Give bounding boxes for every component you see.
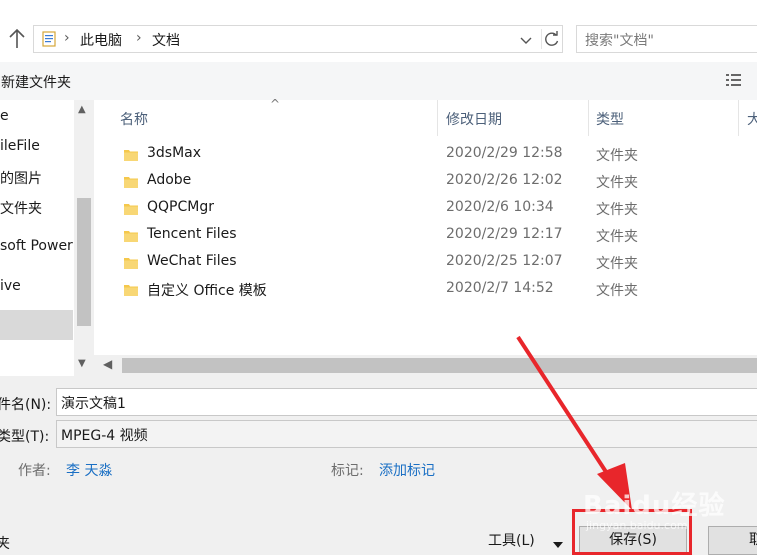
nav-item-2[interactable]: ileFile [0, 136, 74, 158]
nav-item-1[interactable]: e [0, 106, 74, 128]
filetype-value: MPEG-4 视频 [61, 428, 148, 444]
filetype-select[interactable]: MPEG-4 视频 [56, 420, 757, 448]
document-folder-icon [40, 30, 58, 48]
breadcrumb-chevron-icon: › [64, 30, 70, 46]
filename-value: 演示文稿1 [61, 396, 126, 412]
tags-label: 标记: [331, 463, 364, 479]
filename-input[interactable]: 演示文稿1 [56, 388, 757, 416]
chevron-down-icon[interactable] [519, 33, 533, 47]
up-arrow-icon[interactable] [6, 26, 28, 52]
list-item[interactable]: Tencent Files 2020/2/29 12:17 文件夹 [94, 223, 757, 250]
author-label: 作者: [18, 463, 51, 479]
author-value[interactable]: 李 天淼 [66, 460, 112, 480]
address-field[interactable]: › 此电脑 › 文档 [33, 25, 563, 53]
nav-item-6[interactable]: ive [0, 276, 74, 298]
nav-scroll-thumb[interactable] [77, 198, 91, 326]
tools-menu-button[interactable]: 工具(L) [488, 530, 535, 550]
search-placeholder: 搜索"文档" [585, 33, 654, 49]
navigation-pane: e ileFile 的图片 文件夹 soft Power ive ▲ ▼ [0, 100, 94, 376]
column-header-date[interactable]: 修改日期 [438, 100, 588, 136]
horizontal-scrollbar[interactable]: ◀ [94, 355, 757, 376]
folder-icon [124, 148, 138, 161]
scroll-up-icon[interactable]: ▲ [78, 104, 86, 115]
column-header-type[interactable]: 类型 [589, 100, 739, 136]
list-item[interactable]: 3dsMax 2020/2/29 12:58 文件夹 [94, 142, 757, 169]
breadcrumb-documents[interactable]: 文档 [152, 30, 180, 50]
nav-item-selected[interactable] [0, 310, 73, 340]
watermark-url: jingyan.baidu.com [586, 519, 688, 532]
refresh-icon[interactable] [541, 29, 561, 49]
horizontal-scroll-thumb[interactable] [122, 358, 757, 373]
file-list: ^ 名称 修改日期 类型 大 3dsMax 2020/2/29 12:58 文件… [94, 97, 757, 376]
hide-folders-toggle[interactable]: 夹 [0, 533, 10, 553]
breadcrumb-chevron-icon: › [136, 30, 142, 46]
nav-item-3[interactable]: 的图片 [0, 166, 74, 188]
cancel-button[interactable]: 取 [708, 526, 757, 555]
folder-icon [124, 256, 138, 269]
column-header-size[interactable]: 大 [739, 100, 757, 136]
filetype-label: 类型(T): [0, 429, 50, 445]
nav-scrollbar[interactable]: ▲ ▼ [74, 100, 94, 376]
nav-item-4[interactable]: 文件夹 [0, 196, 74, 218]
breadcrumb-this-pc[interactable]: 此电脑 [80, 30, 122, 50]
search-input[interactable]: 搜索"文档" [576, 25, 757, 53]
caret-down-icon[interactable] [553, 537, 563, 548]
column-header-name[interactable]: 名称 [94, 100, 437, 136]
command-bar: 新建文件夹 [0, 62, 757, 100]
view-options-icon[interactable] [725, 72, 743, 88]
list-item[interactable]: 自定义 Office 模板 2020/2/7 14:52 文件夹 [94, 277, 757, 304]
new-folder-button[interactable]: 新建文件夹 [1, 72, 71, 92]
address-bar-row: › 此电脑 › 文档 搜索"文档" [0, 0, 757, 62]
scroll-down-icon[interactable]: ▼ [78, 358, 86, 369]
add-tags-link[interactable]: 添加标记 [379, 460, 435, 480]
scroll-left-icon[interactable]: ◀ [103, 357, 112, 371]
list-item[interactable]: WeChat Files 2020/2/25 12:07 文件夹 [94, 250, 757, 277]
folder-icon [124, 202, 138, 215]
list-item[interactable]: QQPCMgr 2020/2/6 10:34 文件夹 [94, 196, 757, 223]
watermark-logo: Baidu经验 [583, 491, 726, 521]
folder-icon [124, 175, 138, 188]
nav-item-5[interactable]: soft Power [0, 236, 74, 258]
list-item[interactable]: Adobe 2020/2/26 12:02 文件夹 [94, 169, 757, 196]
filename-label: 件名(N): [0, 397, 52, 413]
folder-icon [124, 283, 138, 296]
folder-icon [124, 229, 138, 242]
